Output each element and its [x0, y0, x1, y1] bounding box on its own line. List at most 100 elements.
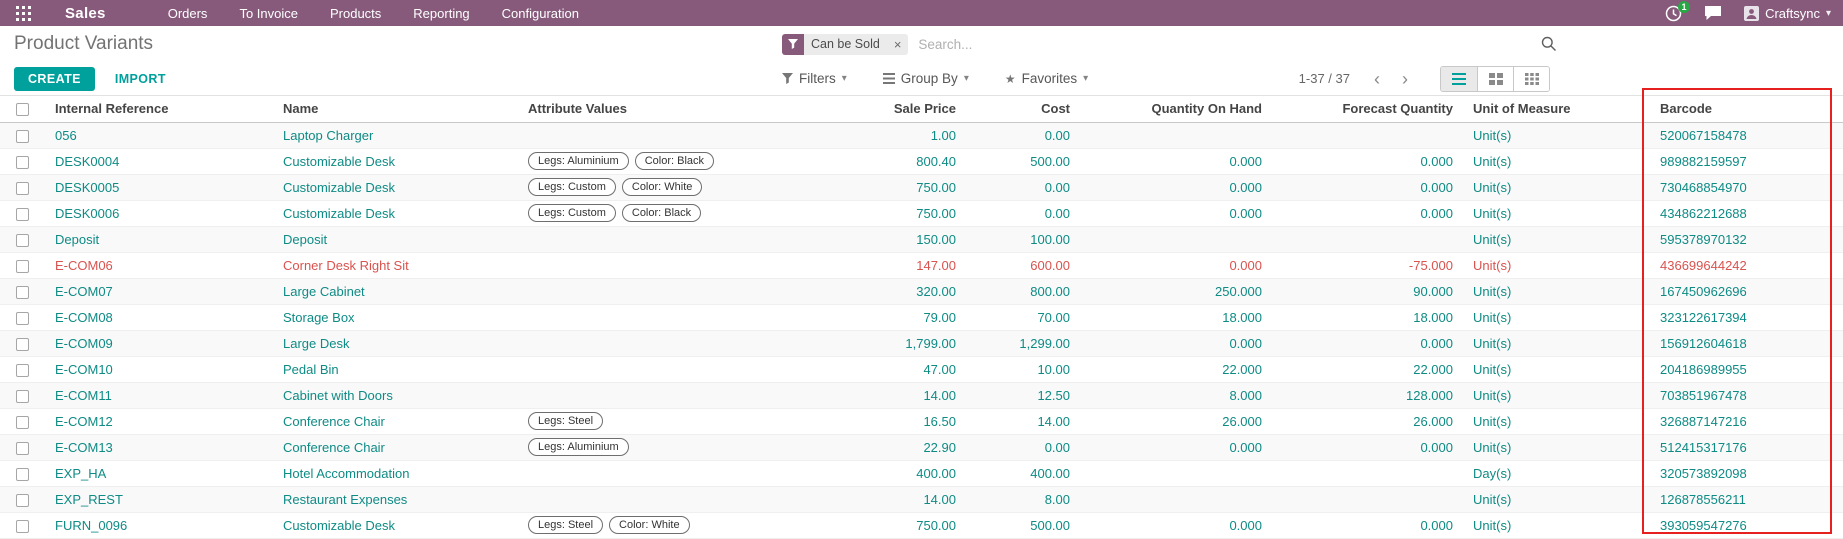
cell-barcode: 326887147216	[1650, 408, 1843, 434]
table-row[interactable]: DESK0005Customizable DeskLegs: CustomCol…	[0, 174, 1843, 200]
row-checkbox[interactable]	[16, 416, 29, 429]
search-button[interactable]	[1541, 36, 1557, 52]
column-header-barcode[interactable]: Barcode	[1650, 96, 1843, 122]
cell-forecast-quantity: 0.000	[1272, 330, 1463, 356]
table-row[interactable]: E-COM08Storage Box79.0070.0018.00018.000…	[0, 304, 1843, 330]
product-variants-table: Internal ReferenceNameAttribute ValuesSa…	[0, 96, 1843, 539]
apps-menu-button[interactable]	[10, 6, 37, 21]
table-row[interactable]: DepositDeposit150.00100.00Unit(s)5953789…	[0, 226, 1843, 252]
attribute-pill: Legs: Steel	[528, 412, 603, 430]
row-checkbox[interactable]	[16, 468, 29, 481]
table-row[interactable]: E-COM11Cabinet with Doors14.0012.508.000…	[0, 382, 1843, 408]
create-button[interactable]: CREATE	[14, 67, 95, 91]
pager-previous-button[interactable]: ‹	[1368, 70, 1386, 88]
app-name[interactable]: Sales	[65, 5, 106, 22]
row-checkbox[interactable]	[16, 286, 29, 299]
table-row[interactable]: DESK0004Customizable DeskLegs: Aluminium…	[0, 148, 1843, 174]
cell-internal-reference: E-COM06	[45, 252, 273, 278]
cell-forecast-quantity: 26.000	[1272, 408, 1463, 434]
column-header-internal-reference[interactable]: Internal Reference	[45, 96, 273, 122]
table-row[interactable]: 056Laptop Charger1.000.00Unit(s)52006715…	[0, 122, 1843, 148]
column-header-sale-price[interactable]: Sale Price	[855, 96, 966, 122]
menu-item-reporting[interactable]: Reporting	[413, 6, 469, 21]
cell-name: Deposit	[273, 226, 518, 252]
kanban-view-button[interactable]	[1477, 67, 1513, 91]
cell-quantity-on-hand: 18.000	[1080, 304, 1272, 330]
list-view-button[interactable]	[1441, 67, 1477, 91]
facet-remove-button[interactable]: ×	[887, 34, 909, 55]
menu-item-to-invoice[interactable]: To Invoice	[239, 6, 298, 21]
import-button[interactable]: IMPORT	[105, 67, 176, 91]
table-row[interactable]: E-COM07Large Cabinet320.00800.00250.0009…	[0, 278, 1843, 304]
cell-quantity-on-hand	[1080, 122, 1272, 148]
messages-button[interactable]	[1704, 5, 1722, 21]
row-select-cell	[0, 512, 45, 538]
group-by-dropdown[interactable]: Group By ▾	[883, 71, 969, 86]
cell-name: Storage Box	[273, 304, 518, 330]
cell-unit-of-measure: Unit(s)	[1463, 226, 1650, 252]
cell-name: Cabinet with Doors	[273, 382, 518, 408]
cell-sale-price: 320.00	[855, 278, 966, 304]
row-checkbox[interactable]	[16, 260, 29, 273]
grid-view-button[interactable]	[1513, 67, 1549, 91]
cell-forecast-quantity: 90.000	[1272, 278, 1463, 304]
table-row[interactable]: E-COM10Pedal Bin47.0010.0022.00022.000Un…	[0, 356, 1843, 382]
column-header-name[interactable]: Name	[273, 96, 518, 122]
row-checkbox[interactable]	[16, 208, 29, 221]
menu-item-orders[interactable]: Orders	[168, 6, 208, 21]
cell-name: Large Desk	[273, 330, 518, 356]
cell-internal-reference: E-COM13	[45, 434, 273, 460]
search-options: Filters ▾ Group By ▾ ★ Favorites ▾	[782, 71, 1088, 86]
row-checkbox[interactable]	[16, 364, 29, 377]
activities-button[interactable]: 1	[1665, 5, 1682, 22]
table-row[interactable]: EXP_HAHotel Accommodation400.00400.00Day…	[0, 460, 1843, 486]
row-checkbox[interactable]	[16, 182, 29, 195]
row-checkbox[interactable]	[16, 520, 29, 533]
cell-cost: 70.00	[966, 304, 1080, 330]
menu-item-products[interactable]: Products	[330, 6, 381, 21]
cell-sale-price: 400.00	[855, 460, 966, 486]
cell-name: Pedal Bin	[273, 356, 518, 382]
table-row[interactable]: E-COM06Corner Desk Right Sit147.00600.00…	[0, 252, 1843, 278]
pager-next-button[interactable]: ›	[1396, 70, 1414, 88]
select-all-checkbox[interactable]	[16, 103, 29, 116]
cell-forecast-quantity: 22.000	[1272, 356, 1463, 382]
table-row[interactable]: E-COM12Conference ChairLegs: Steel16.501…	[0, 408, 1843, 434]
cell-sale-price: 47.00	[855, 356, 966, 382]
cell-internal-reference: EXP_HA	[45, 460, 273, 486]
row-checkbox[interactable]	[16, 234, 29, 247]
favorites-dropdown[interactable]: ★ Favorites ▾	[1005, 71, 1088, 86]
row-checkbox[interactable]	[16, 338, 29, 351]
cell-attribute-values	[518, 304, 855, 330]
row-checkbox[interactable]	[16, 312, 29, 325]
caret-down-icon: ▾	[842, 73, 847, 84]
cell-barcode: 436699644242	[1650, 252, 1843, 278]
pager-range: 1-37 / 37	[1299, 71, 1350, 86]
row-checkbox[interactable]	[16, 156, 29, 169]
search-bar[interactable]: Can be Sold ×	[782, 34, 1557, 55]
cell-cost: 10.00	[966, 356, 1080, 382]
table-row[interactable]: E-COM13Conference ChairLegs: Aluminium22…	[0, 434, 1843, 460]
cell-cost: 0.00	[966, 174, 1080, 200]
row-checkbox[interactable]	[16, 442, 29, 455]
table-row[interactable]: FURN_0096Customizable DeskLegs: SteelCol…	[0, 512, 1843, 538]
search-input[interactable]	[918, 37, 1531, 52]
column-header-attribute-values[interactable]: Attribute Values	[518, 96, 855, 122]
cell-forecast-quantity	[1272, 486, 1463, 512]
table-row[interactable]: EXP_RESTRestaurant Expenses14.008.00Unit…	[0, 486, 1843, 512]
table-row[interactable]: E-COM09Large Desk1,799.001,299.000.0000.…	[0, 330, 1843, 356]
cell-forecast-quantity: 0.000	[1272, 200, 1463, 226]
row-checkbox[interactable]	[16, 130, 29, 143]
column-header-quantity-on-hand[interactable]: Quantity On Hand	[1080, 96, 1272, 122]
menu-item-configuration[interactable]: Configuration	[502, 6, 579, 21]
column-header-unit-of-measure[interactable]: Unit of Measure	[1463, 96, 1650, 122]
row-checkbox[interactable]	[16, 390, 29, 403]
row-select-cell	[0, 200, 45, 226]
column-header-cost[interactable]: Cost	[966, 96, 1080, 122]
row-checkbox[interactable]	[16, 494, 29, 507]
column-header-forecast-quantity[interactable]: Forecast Quantity	[1272, 96, 1463, 122]
table-row[interactable]: DESK0006Customizable DeskLegs: CustomCol…	[0, 200, 1843, 226]
grid-view-icon	[1525, 73, 1539, 85]
filters-dropdown[interactable]: Filters ▾	[782, 71, 847, 86]
user-menu[interactable]: Craftsync ▾	[1744, 6, 1831, 21]
